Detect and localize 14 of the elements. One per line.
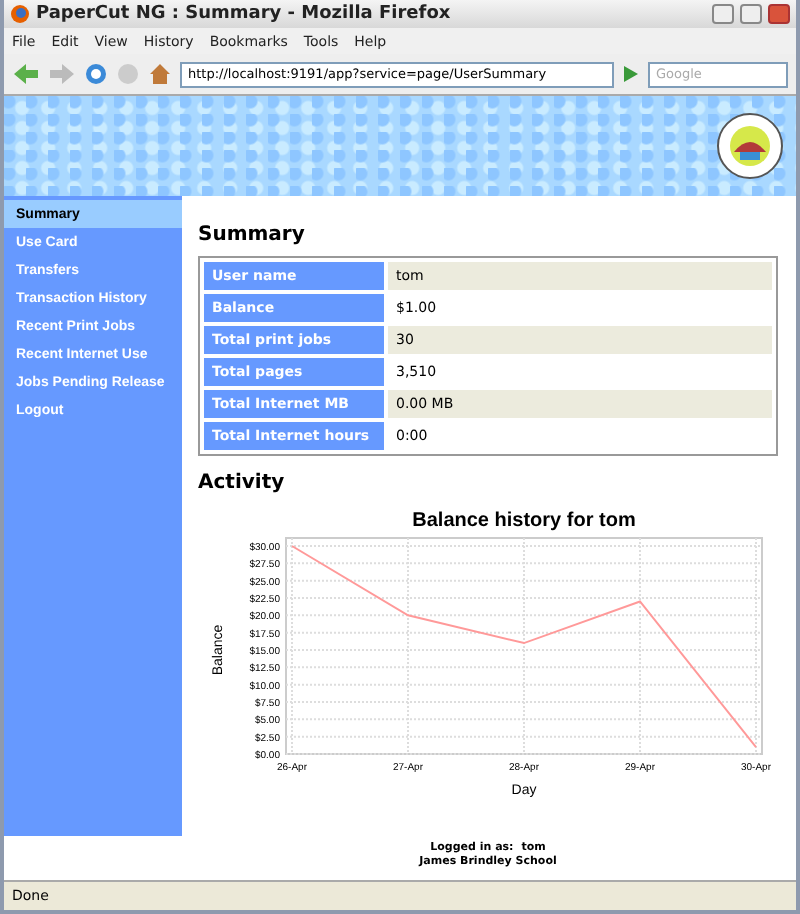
section-heading: Activity: [198, 472, 287, 494]
home-icon[interactable]: [148, 62, 172, 86]
section-heading: Summary: [198, 224, 307, 246]
close-button[interactable]: [768, 4, 790, 24]
back-arrow-icon[interactable]: [12, 62, 40, 86]
school-crest-logo: [716, 112, 784, 180]
maximize-button[interactable]: [740, 4, 762, 24]
reload-icon[interactable]: [84, 62, 108, 86]
forward-arrow-icon[interactable]: [48, 62, 76, 86]
chart-title: Balance history for tom: [412, 510, 636, 532]
minimize-button[interactable]: [712, 4, 734, 24]
window-title: PaperCut NG : Summary - Mozilla Firefox: [36, 4, 453, 24]
browser-logo-icon: [10, 4, 30, 24]
go-arrow-icon[interactable]: [622, 64, 640, 84]
